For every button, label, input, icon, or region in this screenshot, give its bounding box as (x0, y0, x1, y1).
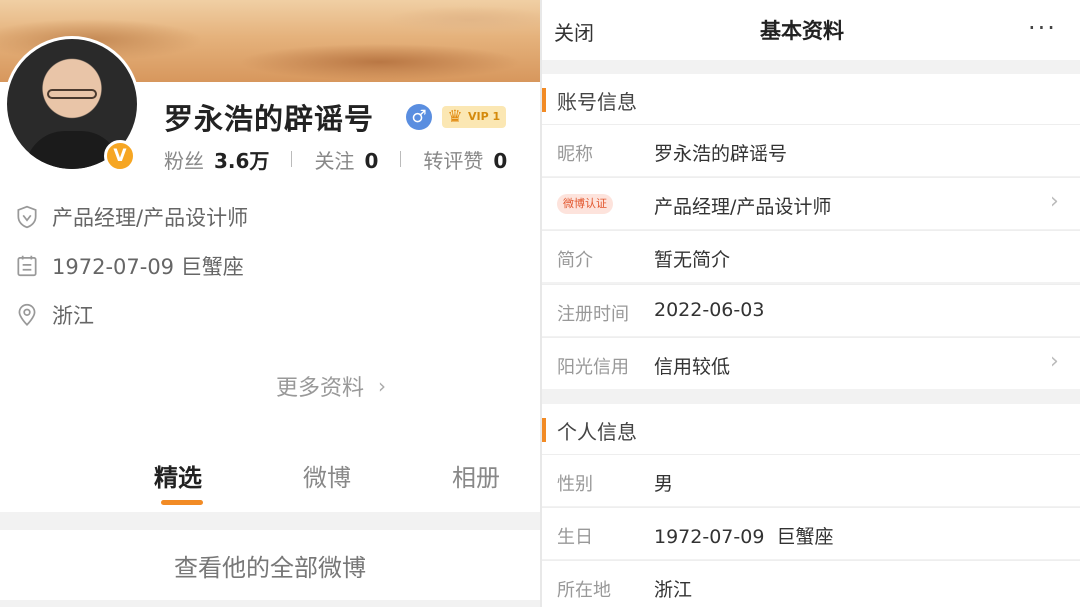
profile-stats: 粉丝 3.6万 关注 0 转评赞 0 (164, 144, 507, 174)
chevron-right-icon: › (378, 374, 387, 398)
field-key: 昵称 (557, 144, 593, 165)
page-title: 基本资料 (760, 19, 844, 43)
field-key: 阳光信用 (557, 357, 629, 378)
male-gender-icon: ♂ (406, 104, 432, 130)
field-value: 2022-06-03 (654, 299, 765, 321)
vip-label: VIP 1 (468, 110, 501, 123)
section-divider (0, 512, 540, 530)
field-gender: 性别 男 (542, 454, 1080, 506)
calendar-icon (17, 255, 37, 277)
stat-value: 0 (364, 148, 379, 173)
avatar-glasses (47, 89, 97, 99)
field-key: 简介 (557, 250, 593, 271)
stat-divider (291, 151, 293, 167)
profile-certification: 产品经理/产品设计师 (14, 202, 248, 232)
chevron-right-icon: › (1050, 349, 1059, 374)
certification-text: 产品经理/产品设计师 (52, 206, 249, 230)
tab-weibo[interactable]: 微博 (303, 458, 351, 493)
field-key: 生日 (557, 527, 593, 548)
more-info-label: 更多资料 (276, 376, 365, 401)
section-account-info: 账号信息 (542, 74, 1080, 124)
field-key: 注册时间 (557, 304, 629, 325)
field-nickname: 昵称 罗永浩的辟谣号 (542, 124, 1080, 176)
field-key: 性别 (557, 474, 593, 495)
stat-following[interactable]: 关注 0 (314, 145, 378, 174)
stat-followers[interactable]: 粉丝 3.6万 (164, 145, 269, 174)
field-register-time: 注册时间 2022-06-03 (542, 284, 1080, 336)
shield-icon (17, 205, 37, 229)
field-weibo-certification[interactable]: 微博认证 产品经理/产品设计师 › (542, 177, 1080, 229)
section-divider (0, 600, 540, 607)
section-accent-bar (542, 88, 546, 112)
field-location: 所在地 浙江 (542, 560, 1080, 607)
field-value: 男 (654, 473, 674, 495)
weibo-cert-tag: 微博认证 (557, 194, 613, 214)
stat-likes[interactable]: 转评赞 0 (423, 145, 507, 174)
view-all-weibo-button[interactable]: 查看他的全部微博 (0, 530, 540, 600)
stat-divider (400, 151, 402, 167)
location-text: 浙江 (52, 304, 94, 328)
chevron-right-icon: › (1050, 189, 1059, 214)
vip-badge[interactable]: ♛ VIP 1 (442, 106, 507, 128)
active-tab-indicator (161, 500, 203, 505)
section-accent-bar (542, 418, 546, 442)
stat-value: 3.6万 (214, 148, 270, 173)
section-title: 个人信息 (557, 420, 637, 444)
profile-nickname: 罗永浩的辟谣号 (164, 102, 375, 136)
profile-birthday: 1972-07-09 巨蟹座 (14, 251, 244, 281)
field-sunshine-credit[interactable]: 阳光信用 信用较低 › (542, 337, 1080, 389)
profile-location: 浙江 (14, 300, 94, 330)
basic-info-panel: 关闭 基本资料 ··· 账号信息 昵称 罗永浩的辟谣号 微博认证 产品经理/产品… (542, 0, 1080, 607)
field-birthday: 生日 1972-07-09 巨蟹座 (542, 507, 1080, 559)
field-value: 罗永浩的辟谣号 (654, 143, 788, 165)
field-value: 暂无简介 (654, 249, 731, 271)
field-value: 产品经理/产品设计师 (654, 196, 832, 218)
tab-album[interactable]: 相册 (452, 458, 500, 493)
field-value: 1972-07-09 巨蟹座 (654, 526, 834, 548)
more-info-link[interactable]: 更多资料 › (276, 370, 386, 402)
stat-value: 0 (493, 148, 508, 173)
location-pin-icon (18, 303, 36, 326)
stat-label: 粉丝 (164, 148, 204, 173)
profile-tabs: 精选 微博 相册 (0, 452, 540, 505)
field-key: 所在地 (557, 580, 611, 601)
stat-label: 转评赞 (423, 148, 484, 173)
profile-panel: V 罗永浩的辟谣号 ♂ ♛ VIP 1 粉丝 3.6万 关注 0 转评赞 0 产品经理… (0, 0, 540, 607)
more-options-icon[interactable]: ··· (1028, 14, 1057, 42)
field-value: 浙江 (654, 579, 693, 601)
tab-featured[interactable]: 精选 (154, 458, 202, 493)
field-value: 信用较低 (654, 356, 731, 378)
section-personal-info: 个人信息 (542, 404, 1080, 454)
section-title: 账号信息 (557, 90, 637, 114)
stat-label: 关注 (314, 148, 355, 173)
crown-icon: ♛ (447, 107, 463, 127)
field-intro: 简介 暂无简介 (542, 230, 1080, 282)
nav-bar: 关闭 基本资料 ··· (542, 0, 1080, 60)
birthday-text: 1972-07-09 巨蟹座 (52, 255, 244, 279)
verified-badge-icon: V (104, 140, 136, 172)
